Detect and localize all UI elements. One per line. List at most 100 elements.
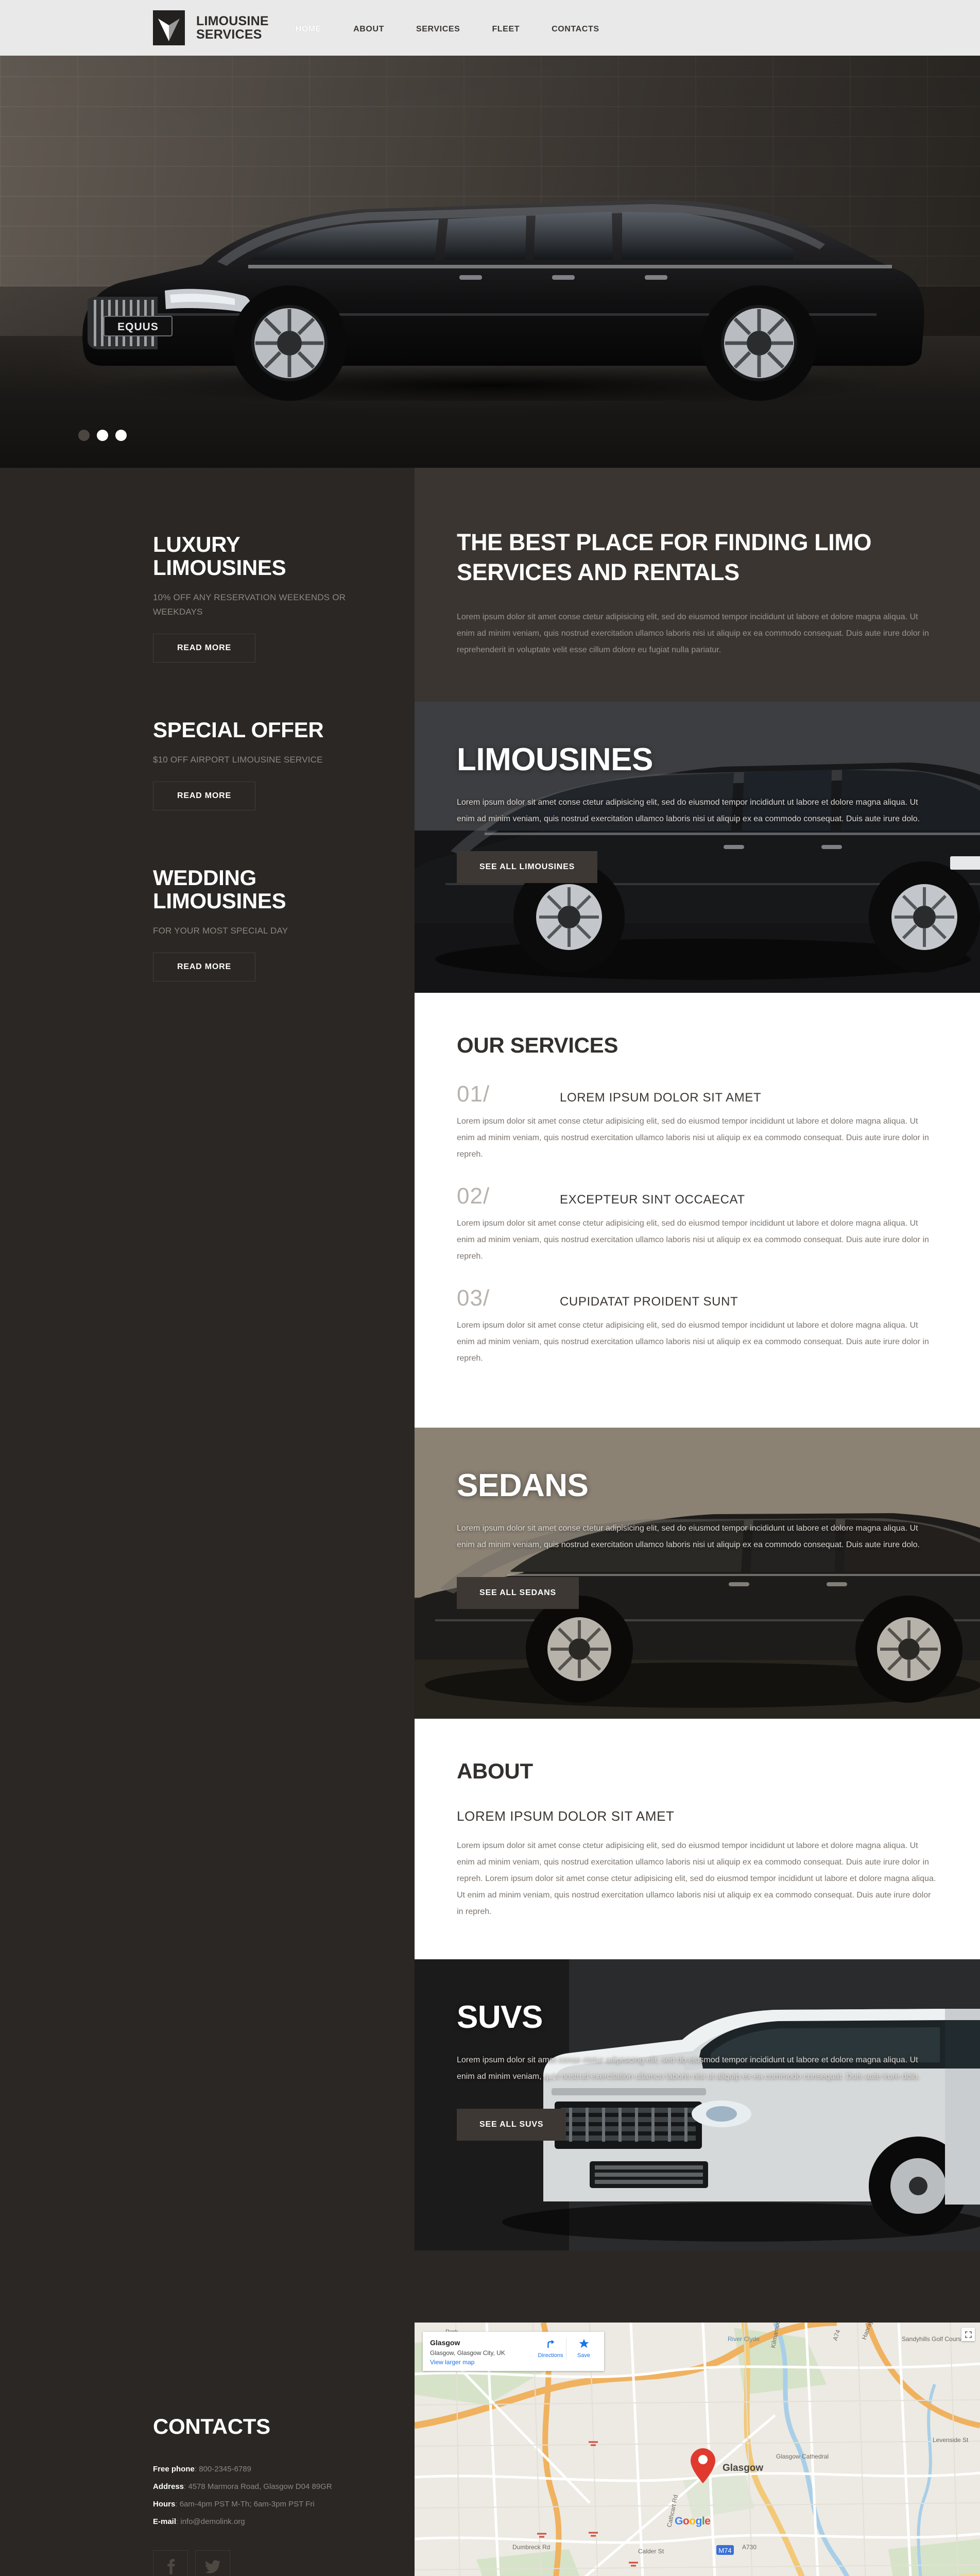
intro-section: THE BEST PLACE FOR FINDING LIMO SERVICES… [415,468,980,702]
brand-text: LIMOUSINE SERVICES [196,14,269,41]
nav-item-contacts[interactable]: CONTACTS [552,22,599,37]
svg-text:Levenside St: Levenside St [933,2436,969,2444]
service-title: EXCEPTEUR SINT OCCAECAT [560,1193,745,1207]
map-place-title: Glasgow [430,2338,533,2347]
see-all-sedans-button[interactable]: SEE ALL SEDANS [457,1577,579,1609]
contact-address-label: Address [153,2482,184,2491]
contact-phone-value[interactable]: 800-2345-6789 [199,2465,251,2473]
service-text: Lorem ipsum dolor sit amet conse ctetur … [457,1113,938,1163]
hero-slider: EQUUS [0,56,980,468]
slider-dot-1[interactable] [78,430,90,441]
contact-address-value: 4578 Marmora Road, Glasgow D04 89GR [188,2482,332,2491]
facebook-icon [165,2558,176,2576]
service-text: Lorem ipsum dolor sit amet conse ctetur … [457,1317,938,1367]
svg-text:A730: A730 [742,2544,757,2551]
social-link-facebook[interactable] [153,2550,188,2576]
contact-email: E-mail: info@demolink.org [153,2513,415,2531]
map-fullscreen-button[interactable] [961,2328,975,2341]
svg-text:Glasgow Cathedral: Glasgow Cathedral [776,2453,829,2460]
page-title: THE BEST PLACE FOR FINDING LIMO SERVICES… [457,528,938,587]
main-body: LUXURY LIMOUSINES 10% OFF ANY RESERVATIO… [0,468,980,2323]
service-text: Lorem ipsum dolor sit amet conse ctetur … [457,1215,938,1265]
service-item-03: 03/ CUPIDATAT PROIDENT SUNT Lorem ipsum … [457,1286,938,1367]
sedans-content: SEDANS Lorem ipsum dolor sit amet conse … [415,1428,980,1609]
main-nav: HOME ABOUT SERVICES FLEET CONTACTS [296,22,631,37]
view-larger-map-link[interactable]: View larger map [430,2359,533,2366]
nav-item-fleet[interactable]: FLEET [492,22,520,37]
about-section: ABOUT LOREM IPSUM DOLOR SIT AMET Lorem i… [415,1719,980,1959]
suvs-content: SUVS Lorem ipsum dolor sit amet conse ct… [415,1959,980,2141]
svg-text:EQUUS: EQUUS [117,321,159,333]
read-more-button-luxury[interactable]: READ MORE [153,634,255,663]
promo-subtitle: FOR YOUR MOST SPECIAL DAY [153,924,369,938]
limousines-paragraph: Lorem ipsum dolor sit amet conse ctetur … [457,794,936,827]
brand-logo[interactable]: LIMOUSINE SERVICES [153,10,269,45]
site-header: LIMOUSINE SERVICES HOME ABOUT SERVICES F… [0,0,980,56]
see-all-limousines-button[interactable]: SEE ALL LIMOUSINES [457,851,597,883]
promo-sidebar: LUXURY LIMOUSINES 10% OFF ANY RESERVATIO… [0,468,415,2323]
service-number: 01/ [457,1082,560,1106]
slider-pagination [78,430,127,441]
svg-text:Sandyhills Golf Course: Sandyhills Golf Course [902,2335,965,2343]
contact-hours-label: Hours [153,2500,175,2509]
promo-block-luxury: LUXURY LIMOUSINES 10% OFF ANY RESERVATIO… [153,533,369,663]
service-number: 03/ [457,1286,560,1310]
contact-hours-value: 6am-4pm PST M-Th; 6am-3pm PST Fri [180,2500,315,2509]
hero-limousine-image: EQUUS [47,159,933,401]
suvs-heading: SUVS [457,2001,938,2035]
social-links [153,2550,415,2576]
promo-subtitle: $10 OFF AIRPORT LIMOUSINE SERVICE [153,753,369,767]
twitter-icon [205,2560,220,2576]
limousines-heading: LIMOUSINES [457,743,938,777]
read-more-button-wedding[interactable]: READ MORE [153,953,255,981]
about-subheading: LOREM IPSUM DOLOR SIT AMET [457,1808,938,1824]
map-place-subtitle: Glasgow, Glasgow City, UK [430,2348,533,2358]
promo-subtitle: 10% OFF ANY RESERVATION WEEKENDS OR WEEK… [153,590,369,619]
map-directions-label: Directions [538,2352,563,2359]
svg-text:River Clyde: River Clyde [728,2335,760,2343]
contacts-block: CONTACTS Free phone: 800-2345-6789 Addre… [0,2323,415,2576]
contact-email-value[interactable]: info@demolink.org [180,2517,245,2526]
about-paragraph: Lorem ipsum dolor sit amet conse ctetur … [457,1838,938,1920]
map-save-label: Save [577,2352,590,2359]
read-more-button-special-offer[interactable]: READ MORE [153,782,255,810]
google-map[interactable]: M77 M74 Park Mosspark Blvd Nithsdale Rd … [415,2323,980,2576]
contact-hours: Hours: 6am-4pm PST M-Th; 6am-3pm PST Fri [153,2496,415,2513]
limousines-content: LIMOUSINES Lorem ipsum dolor sit amet co… [415,702,980,883]
svg-text:Dumbreck Rd: Dumbreck Rd [512,2544,550,2551]
intro-paragraph: Lorem ipsum dolor sit amet conse ctetur … [457,609,931,658]
sedans-paragraph: Lorem ipsum dolor sit amet conse ctetur … [457,1520,936,1553]
social-link-twitter[interactable] [195,2550,230,2576]
contacts-heading: CONTACTS [153,2414,415,2439]
service-title: CUPIDATAT PROIDENT SUNT [560,1295,738,1309]
promo-block-wedding: WEDDING LIMOUSINES FOR YOUR MOST SPECIAL… [153,866,369,981]
promo-title: SPECIAL OFFER [153,718,369,741]
see-all-suvs-button[interactable]: SEE ALL SUVS [457,2109,566,2141]
sedans-banner: SEDANS Lorem ipsum dolor sit amet conse … [415,1428,980,1719]
contact-phone-label: Free phone [153,2465,195,2473]
service-item-01: 01/ LOREM IPSUM DOLOR SIT AMET Lorem ips… [457,1082,938,1163]
suvs-banner: SUVS Lorem ipsum dolor sit amet conse ct… [415,1959,980,2250]
contact-address: Address: 4578 Marmora Road, Glasgow D04 … [153,2478,415,2496]
slider-dot-2[interactable] [97,430,108,441]
about-heading: ABOUT [457,1759,938,1784]
map-info-card: Glasgow Glasgow, Glasgow City, UK View l… [423,2332,604,2371]
chevron-logo-icon [153,10,185,45]
svg-text:Calder St: Calder St [638,2548,664,2555]
content-column: THE BEST PLACE FOR FINDING LIMO SERVICES… [415,468,980,2250]
nav-item-about[interactable]: ABOUT [353,22,384,37]
nav-item-home[interactable]: HOME [296,22,321,37]
nav-item-services[interactable]: SERVICES [416,22,460,37]
contact-email-label: E-mail [153,2517,176,2526]
service-item-02: 02/ EXCEPTEUR SINT OCCAECAT Lorem ipsum … [457,1184,938,1265]
google-watermark: Google [675,2515,710,2528]
map-directions-button[interactable]: Directions [533,2338,564,2360]
sedans-heading: SEDANS [457,1469,938,1503]
promo-title: WEDDING LIMOUSINES [153,866,369,912]
brand-line-1: LIMOUSINE [196,14,269,28]
promo-block-special-offer: SPECIAL OFFER $10 OFF AIRPORT LIMOUSINE … [153,718,369,810]
page-root: LIMOUSINE SERVICES HOME ABOUT SERVICES F… [0,0,980,2576]
brand-line-2: SERVICES [196,28,269,41]
slider-dot-3[interactable] [115,430,127,441]
map-save-button[interactable]: Save [566,2338,597,2360]
